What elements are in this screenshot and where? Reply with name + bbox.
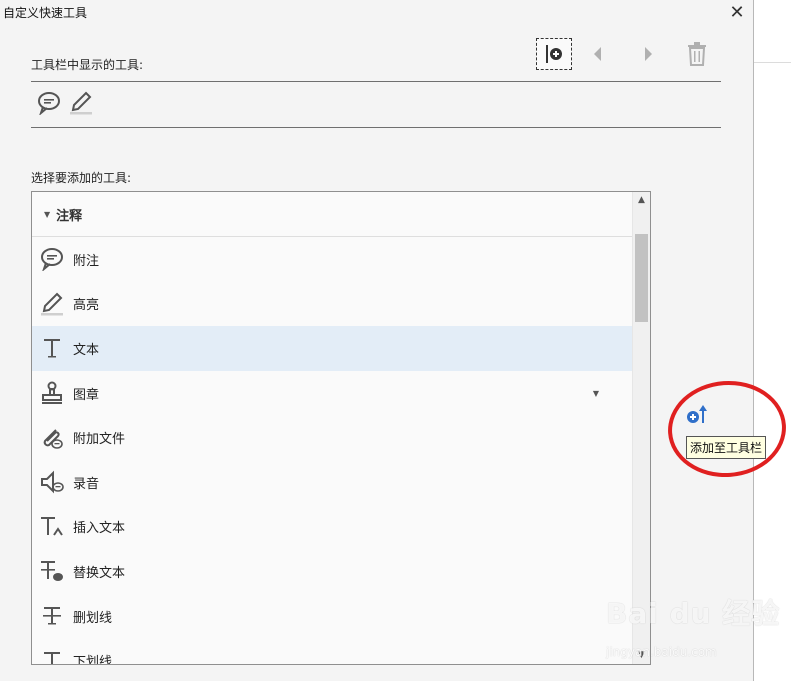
dialog-title: 自定义快速工具 <box>3 6 88 20</box>
toolbar-tool-comment[interactable] <box>36 91 62 119</box>
toolbar-tool-highlight[interactable] <box>68 91 94 119</box>
replace-text-icon <box>39 558 65 584</box>
dropdown-caret-icon[interactable]: ▼ <box>593 389 599 398</box>
list-item-underline[interactable]: 下划线 <box>32 638 633 665</box>
available-tools-list[interactable]: ▼ 注释 附注 高亮 文本 图章 ▼ 附加文件 录音 插入文本 替换文本 删划线… <box>31 191 651 665</box>
background-window <box>754 0 791 681</box>
close-button[interactable]: ✕ <box>724 1 750 25</box>
paperclip-icon <box>39 425 65 451</box>
list-item-strikethrough[interactable]: 删划线 <box>32 594 633 639</box>
speech-bubble-icon <box>38 91 60 116</box>
group-label: 注释 <box>56 208 83 224</box>
list-item-insert-text[interactable]: 插入文本 <box>32 505 633 550</box>
list-item-replace-text[interactable]: 替换文本 <box>32 549 633 594</box>
customize-quick-tools-dialog: 自定义快速工具 ✕ 工具栏中显示的工具: 选择要添加的工具: ▼ 注释 附注 高… <box>0 0 767 681</box>
add-separator-button[interactable] <box>536 38 572 70</box>
text-t-icon <box>39 335 65 361</box>
available-tools-label: 选择要添加的工具: <box>31 171 132 185</box>
list-item-label: 图章 <box>73 387 100 403</box>
scroll-thumb[interactable] <box>635 234 648 322</box>
list-item-label: 文本 <box>73 342 100 358</box>
list-item-label: 插入文本 <box>73 521 126 537</box>
group-header-annotations[interactable]: ▼ 注释 <box>32 192 633 237</box>
tool-rows: 附注 高亮 文本 图章 ▼ 附加文件 录音 插入文本 替换文本 删划线 下划线 <box>32 237 633 665</box>
list-item-text[interactable]: 文本 <box>32 326 633 371</box>
stamp-icon <box>39 380 65 406</box>
current-toolbar-tools <box>31 81 721 128</box>
watermark-logo: Bai du 经验 <box>606 597 781 630</box>
speech-bubble-icon <box>39 246 65 272</box>
move-left-button[interactable] <box>580 38 616 70</box>
list-item-label: 附注 <box>73 253 100 269</box>
list-item-label: 替换文本 <box>73 565 126 581</box>
list-item-label: 附加文件 <box>73 432 126 448</box>
list-item-stamp[interactable]: 图章 ▼ <box>32 371 633 416</box>
background-divider <box>754 62 791 63</box>
list-item-label: 高亮 <box>73 298 100 314</box>
underline-icon <box>39 648 65 664</box>
list-item-label: 删划线 <box>73 610 113 626</box>
current-tools-label: 工具栏中显示的工具: <box>31 58 144 72</box>
scroll-up-icon[interactable]: ▲ <box>633 192 650 209</box>
delete-button[interactable] <box>679 38 715 70</box>
list-item-attach-file[interactable]: 附加文件 <box>32 415 633 460</box>
list-item-record-audio[interactable]: 录音 <box>32 460 633 505</box>
move-right-button[interactable] <box>630 38 666 70</box>
list-item-note[interactable]: 附注 <box>32 237 633 282</box>
list-item-label: 录音 <box>73 476 100 492</box>
speaker-icon <box>39 469 65 495</box>
list-item-highlight[interactable]: 高亮 <box>32 282 633 327</box>
trash-icon <box>688 42 706 66</box>
watermark-url: jingyan.baidu.com <box>606 645 717 659</box>
list-item-label: 下划线 <box>73 655 113 665</box>
strikethrough-icon <box>39 603 65 629</box>
highlighter-icon <box>39 291 65 317</box>
insert-text-icon <box>39 514 65 540</box>
highlighter-icon <box>70 91 92 114</box>
triangle-right-icon <box>645 47 652 61</box>
triangle-left-icon <box>594 47 601 61</box>
separator-add-icon <box>546 45 562 63</box>
caret-down-icon: ▼ <box>44 209 51 219</box>
